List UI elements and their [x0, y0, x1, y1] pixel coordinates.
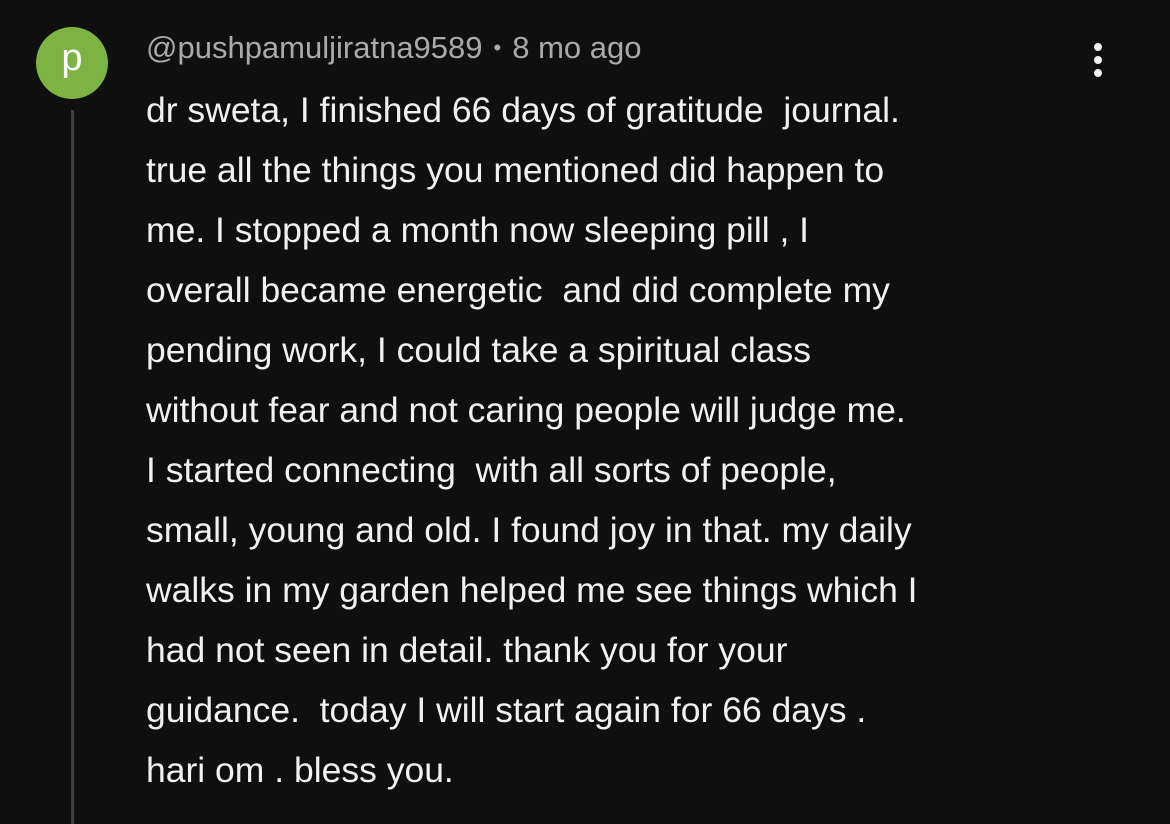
comment-text-line: true all the things you mentioned did ha… — [146, 150, 885, 190]
timestamp[interactable]: 8 mo ago — [512, 30, 641, 66]
comment-text-line: dr sweta, I finished 66 days of gratitud… — [146, 90, 900, 130]
more-vertical-icon[interactable] — [1080, 38, 1116, 82]
comment-text-line: small, young and old. I found joy in tha… — [146, 510, 912, 550]
meta-separator: • — [493, 35, 502, 60]
comment-meta: @pushpamuljiratna9589 • 8 mo ago — [146, 28, 642, 68]
comment-text-line: I started connecting with all sorts of p… — [146, 450, 837, 490]
comment-text-line: me. I stopped a month now sleeping pill … — [146, 210, 810, 250]
comment-text-line: overall became energetic and did complet… — [146, 270, 890, 310]
avatar-letter: p — [61, 37, 83, 79]
menu-dot — [1094, 56, 1102, 64]
author-handle[interactable]: @pushpamuljiratna9589 — [146, 30, 483, 66]
comment-text-line: guidance. today I will start again for 6… — [146, 690, 867, 730]
comment-text-line: without fear and not caring people will … — [146, 390, 906, 430]
menu-dot — [1094, 43, 1102, 51]
thread-line — [71, 110, 74, 824]
comment: p @pushpamuljiratna9589 • 8 mo ago dr sw… — [0, 0, 1170, 824]
comment-text-line: walks in my garden helped me see things … — [146, 570, 918, 610]
comment-body: dr sweta, I finished 66 days of gratitud… — [146, 80, 1126, 800]
menu-dot — [1094, 69, 1102, 77]
avatar[interactable]: p — [36, 27, 108, 99]
comment-text-line: hari om . bless you. — [146, 750, 454, 790]
comment-text-line: had not seen in detail. thank you for yo… — [146, 630, 788, 670]
comment-text-line: pending work, I could take a spiritual c… — [146, 330, 811, 370]
